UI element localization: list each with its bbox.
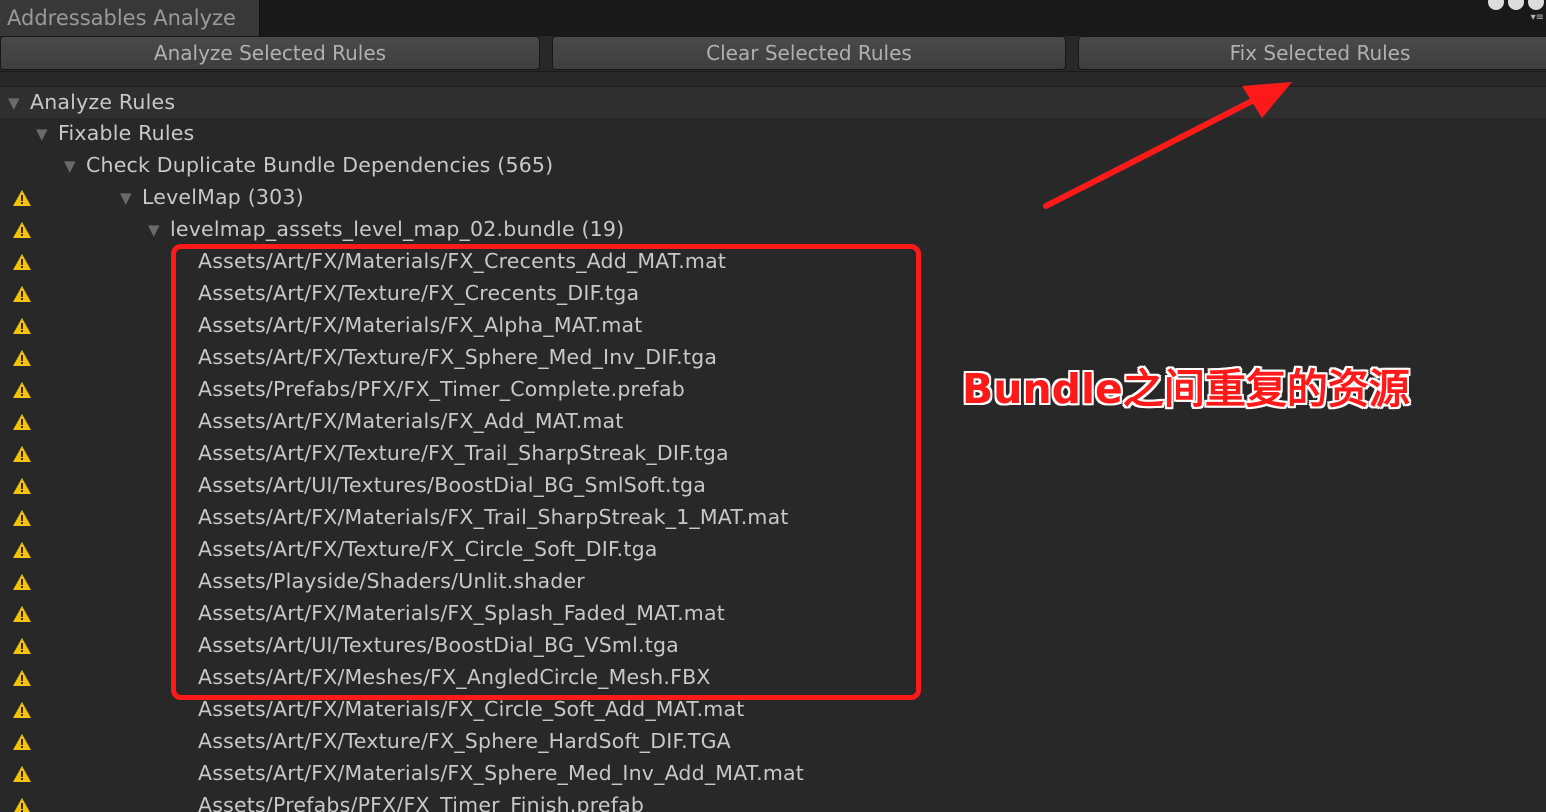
asset-path: Assets/Art/UI/Textures/BoostDial_BG_SmlS… [198, 473, 706, 497]
tree-label: Fixable Rules [58, 121, 195, 145]
expand-arrow-icon[interactable]: ▼ [120, 190, 136, 206]
warning-icon [13, 222, 31, 238]
asset-path: Assets/Art/FX/Texture/FX_Crecents_DIF.tg… [198, 281, 640, 305]
tree-row-asset[interactable]: Assets/Art/FX/Materials/FX_Alpha_MAT.mat [0, 310, 1546, 342]
tree-row-asset[interactable]: Assets/Art/FX/Meshes/FX_AngledCircle_Mes… [0, 662, 1546, 694]
asset-path: Assets/Playside/Shaders/Unlit.shader [198, 569, 585, 593]
warning-icon [13, 414, 31, 430]
asset-path: Assets/Art/FX/Materials/FX_Sphere_Med_In… [198, 761, 805, 785]
tree-row-asset[interactable]: Assets/Art/UI/Textures/BoostDial_BG_VSml… [0, 630, 1546, 662]
tree-row-asset[interactable]: Assets/Art/FX/Texture/FX_Crecents_DIF.tg… [0, 278, 1546, 310]
warning-icon [13, 382, 31, 398]
expand-arrow-icon[interactable]: ▼ [148, 222, 164, 238]
asset-path: Assets/Prefabs/PFX/FX_Timer_Complete.pre… [198, 377, 685, 401]
warning-icon [13, 766, 31, 782]
expand-arrow-icon[interactable]: ▼ [64, 158, 80, 174]
tree-row-asset[interactable]: Assets/Prefabs/PFX/FX_Timer_Finish.prefa… [0, 790, 1546, 812]
tree-row-asset[interactable]: Assets/Art/FX/Texture/FX_Trail_SharpStre… [0, 438, 1546, 470]
warning-icon [13, 350, 31, 366]
tree-row-analyze-rules[interactable]: ▼ Analyze Rules [0, 86, 1546, 118]
window-control-icon[interactable] [1488, 0, 1504, 10]
asset-path: Assets/Art/FX/Materials/FX_Crecents_Add_… [198, 249, 727, 273]
tree-row-asset[interactable]: Assets/Art/FX/Materials/FX_Crecents_Add_… [0, 246, 1546, 278]
window-control-icon[interactable] [1528, 0, 1544, 10]
warning-icon [13, 606, 31, 622]
clear-selected-rules-button[interactable]: Clear Selected Rules [552, 36, 1066, 70]
warning-icon [14, 798, 30, 812]
annotation-text: Bundle之间重复的资源 [962, 365, 1410, 413]
tree-row-asset[interactable]: Assets/Art/FX/Materials/FX_Sphere_Med_In… [0, 758, 1546, 790]
tree-row-bundle-group[interactable]: ▼ LevelMap (303) [0, 182, 1546, 214]
tree-row-asset[interactable]: Assets/Art/FX/Texture/FX_Circle_Soft_DIF… [0, 534, 1546, 566]
asset-path: Assets/Art/FX/Texture/FX_Trail_SharpStre… [198, 441, 729, 465]
warning-icon [13, 478, 31, 494]
asset-path: Assets/Prefabs/PFX/FX_Timer_Finish.prefa… [198, 793, 645, 812]
warning-icon [13, 510, 31, 526]
warning-icon [13, 574, 31, 590]
addressables-analyze-window: Addressables Analyze ▾≡ Analyze Selected… [0, 0, 1546, 812]
tree-row-asset[interactable]: Assets/Playside/Shaders/Unlit.shader [0, 566, 1546, 598]
warning-icon [13, 286, 31, 302]
warning-icon [13, 734, 31, 750]
asset-path: Assets/Art/FX/Materials/FX_Circle_Soft_A… [198, 697, 745, 721]
tree-label: Analyze Rules [30, 90, 176, 114]
warning-icon [13, 542, 31, 558]
warning-icon [13, 670, 31, 686]
window-control-icon[interactable] [1508, 0, 1524, 10]
window-controls: ▾≡ [1486, 0, 1546, 36]
title-bar: Addressables Analyze ▾≡ [0, 0, 1546, 36]
warning-icon [13, 254, 31, 270]
window-tab-title: Addressables Analyze [7, 6, 236, 30]
asset-path: Assets/Art/FX/Materials/FX_Alpha_MAT.mat [198, 313, 643, 337]
window-tab[interactable]: Addressables Analyze [0, 0, 260, 36]
tree-label: LevelMap (303) [142, 185, 304, 209]
asset-path: Assets/Art/FX/Meshes/FX_AngledCircle_Mes… [198, 665, 711, 689]
asset-path: Assets/Art/FX/Texture/FX_Circle_Soft_DIF… [198, 537, 658, 561]
expand-arrow-icon[interactable]: ▼ [36, 126, 52, 142]
tree-row-fixable-rules[interactable]: ▼ Fixable Rules [0, 118, 1546, 150]
tree-row-asset[interactable]: Assets/Art/UI/Textures/BoostDial_BG_SmlS… [0, 470, 1546, 502]
asset-path: Assets/Art/FX/Texture/FX_Sphere_Med_Inv_… [198, 345, 718, 369]
tree-row-asset[interactable]: Assets/Art/FX/Materials/FX_Splash_Faded_… [0, 598, 1546, 630]
asset-path: Assets/Art/UI/Textures/BoostDial_BG_VSml… [198, 633, 679, 657]
tree-row-bundle[interactable]: ▼ levelmap_assets_level_map_02.bundle (1… [0, 214, 1546, 246]
analyze-selected-rules-button[interactable]: Analyze Selected Rules [0, 36, 540, 70]
expand-arrow-icon[interactable]: ▼ [8, 95, 24, 111]
warning-icon [13, 446, 31, 462]
tree-row-asset[interactable]: Assets/Art/FX/Materials/FX_Circle_Soft_A… [0, 694, 1546, 726]
tree-label: Check Duplicate Bundle Dependencies (565… [86, 153, 554, 177]
warning-icon [13, 702, 31, 718]
warning-icon [13, 190, 31, 206]
warning-icon [13, 638, 31, 654]
asset-path: Assets/Art/FX/Materials/FX_Splash_Faded_… [198, 601, 725, 625]
tree-row-rule[interactable]: ▼ Check Duplicate Bundle Dependencies (5… [0, 150, 1546, 182]
asset-path: Assets/Art/FX/Materials/FX_Trail_SharpSt… [198, 505, 789, 529]
asset-path: Assets/Art/FX/Materials/FX_Add_MAT.mat [198, 409, 624, 433]
tree-row-asset[interactable]: Assets/Art/FX/Texture/FX_Sphere_HardSoft… [0, 726, 1546, 758]
warning-icon [13, 318, 31, 334]
tree-row-asset[interactable]: Assets/Art/FX/Materials/FX_Trail_SharpSt… [0, 502, 1546, 534]
fix-selected-rules-button[interactable]: Fix Selected Rules [1078, 36, 1546, 70]
toolbar: Analyze Selected Rules Clear Selected Ru… [0, 36, 1546, 72]
tree-label: levelmap_assets_level_map_02.bundle (19) [170, 217, 625, 241]
analyze-rules-tree[interactable]: ▼ Analyze Rules ▼ Fixable Rules ▼ Check … [0, 86, 1546, 812]
window-menu-icon[interactable]: ▾≡ [1531, 12, 1544, 23]
asset-path: Assets/Art/FX/Texture/FX_Sphere_HardSoft… [198, 729, 731, 753]
